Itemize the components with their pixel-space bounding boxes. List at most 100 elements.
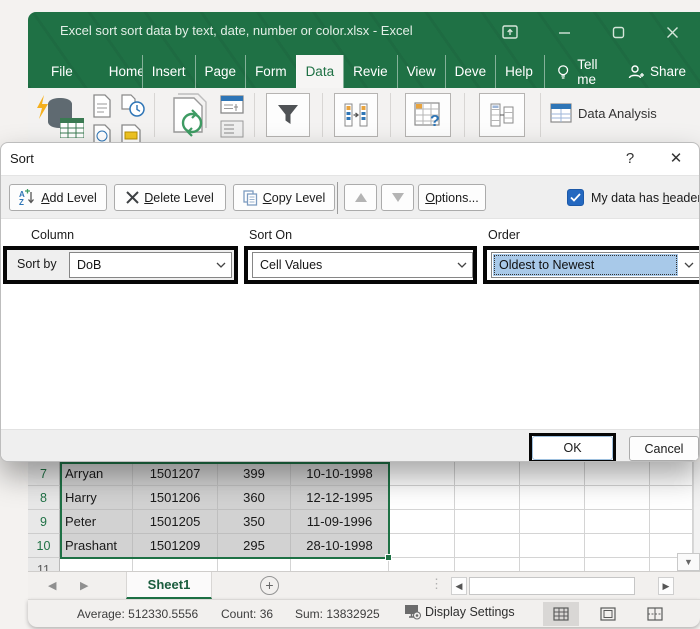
ribbon-display-options-icon[interactable] [496,20,524,44]
display-settings-button[interactable]: Display Settings [404,604,515,620]
cell[interactable] [455,534,520,558]
cell[interactable]: 10-10-1998 [291,462,389,486]
cell[interactable] [585,510,650,534]
row-header-11[interactable]: 11 [28,558,60,571]
cell[interactable] [218,558,291,571]
group-outline-button[interactable] [479,93,525,137]
maximize-button[interactable] [604,20,632,44]
from-table-icon[interactable] [120,124,142,142]
cell[interactable] [133,558,218,571]
cell[interactable] [455,510,520,534]
cell[interactable]: Harry [60,486,133,510]
order-dropdown[interactable]: Oldest to Newest [491,252,700,278]
cell[interactable]: 295 [218,534,291,558]
cell[interactable] [389,510,455,534]
cell[interactable]: 350 [218,510,291,534]
dialog-close-button[interactable]: ✕ [661,147,691,171]
cell[interactable] [520,486,585,510]
hscroll-thumb[interactable] [469,577,635,595]
sort-on-dropdown[interactable]: Cell Values [252,252,473,278]
cell[interactable] [585,462,650,486]
cell[interactable]: 399 [218,462,291,486]
cell[interactable] [520,534,585,558]
tab-revie[interactable]: Revie [343,55,397,88]
cell[interactable] [455,462,520,486]
cell[interactable] [60,558,133,571]
scroll-down-arrow[interactable]: ▼ [677,553,700,571]
cell[interactable]: 1501209 [133,534,218,558]
next-sheet-arrow[interactable]: ▶ [80,579,88,592]
tab-home[interactable]: Home [100,55,142,88]
cell[interactable] [455,486,520,510]
my-data-has-headers-checkbox[interactable] [567,189,584,206]
tab-page[interactable]: Page [195,55,246,88]
options-button[interactable]: Options... [418,184,486,211]
data-analysis-button[interactable]: Data Analysis [550,103,657,123]
recent-sources-icon[interactable] [120,94,146,118]
cell[interactable] [389,558,455,571]
cell[interactable] [585,558,650,571]
ok-button[interactable]: OK [532,436,613,460]
cell[interactable]: 1501206 [133,486,218,510]
row-header-7[interactable]: 7 [28,462,60,486]
normal-view-button[interactable] [543,602,579,626]
copy-level-button[interactable]: Copy Level [233,184,335,211]
hscroll-left-arrow[interactable]: ◀ [451,577,467,595]
tell-me[interactable]: Tell me [544,55,627,88]
cell[interactable] [455,558,520,571]
dialog-help-button[interactable]: ? [617,147,643,171]
cell[interactable] [520,510,585,534]
cell[interactable]: Prashant [60,534,133,558]
cell[interactable] [389,462,455,486]
cell[interactable]: Arryan [60,462,133,486]
sheet-tab-sheet1[interactable]: Sheet1 [126,572,212,599]
hscroll-right-arrow[interactable]: ▶ [658,577,674,595]
close-button[interactable] [658,20,686,44]
tab-deve[interactable]: Deve [445,55,496,88]
move-down-button[interactable] [381,184,414,211]
row-header-9[interactable]: 9 [28,510,60,534]
refresh-all-icon[interactable] [170,93,214,139]
what-if-analysis-button[interactable]: ? [405,93,451,137]
cell[interactable]: 360 [218,486,291,510]
cell[interactable] [520,558,585,571]
new-sheet-button[interactable]: + [260,576,279,595]
tabbar-resize-dots[interactable]: ⋮ [430,576,444,592]
cell[interactable] [650,510,693,534]
cell[interactable] [291,558,389,571]
tab-form[interactable]: Form [245,55,296,88]
delete-level-button[interactable]: Delete Level [114,184,226,211]
cell[interactable]: 11-09-1996 [291,510,389,534]
cell[interactable] [650,462,693,486]
edit-links-icon[interactable] [220,120,244,138]
minimize-button[interactable] [550,20,578,44]
cell[interactable] [389,486,455,510]
row-header-10[interactable]: 10 [28,534,60,558]
tab-insert[interactable]: Insert [142,55,195,88]
tab-help[interactable]: Help [495,55,542,88]
cell[interactable] [650,486,693,510]
sort-by-column-dropdown[interactable]: DoB [69,252,232,278]
prev-sheet-arrow[interactable]: ◀ [48,579,56,592]
cell[interactable]: 12-12-1995 [291,486,389,510]
cell[interactable]: 1501207 [133,462,218,486]
cell[interactable]: Peter [60,510,133,534]
cell[interactable] [389,534,455,558]
properties-icon[interactable] [220,95,244,114]
cell[interactable]: 28-10-1998 [291,534,389,558]
page-break-view-button[interactable] [637,602,673,626]
tab-file[interactable]: File [42,55,82,88]
move-up-button[interactable] [344,184,377,211]
page-layout-view-button[interactable] [590,602,626,626]
cell[interactable] [520,462,585,486]
get-data-button[interactable] [34,92,86,140]
filter-button[interactable] [266,93,310,137]
tab-data[interactable]: Data [296,55,344,88]
cell[interactable] [585,534,650,558]
text-to-columns-button[interactable] [334,93,378,137]
cell[interactable] [585,486,650,510]
tab-view[interactable]: View [397,55,445,88]
row-header-8[interactable]: 8 [28,486,60,510]
from-text-icon[interactable] [92,94,112,118]
add-level-button[interactable]: AZ Add Level [9,184,107,211]
